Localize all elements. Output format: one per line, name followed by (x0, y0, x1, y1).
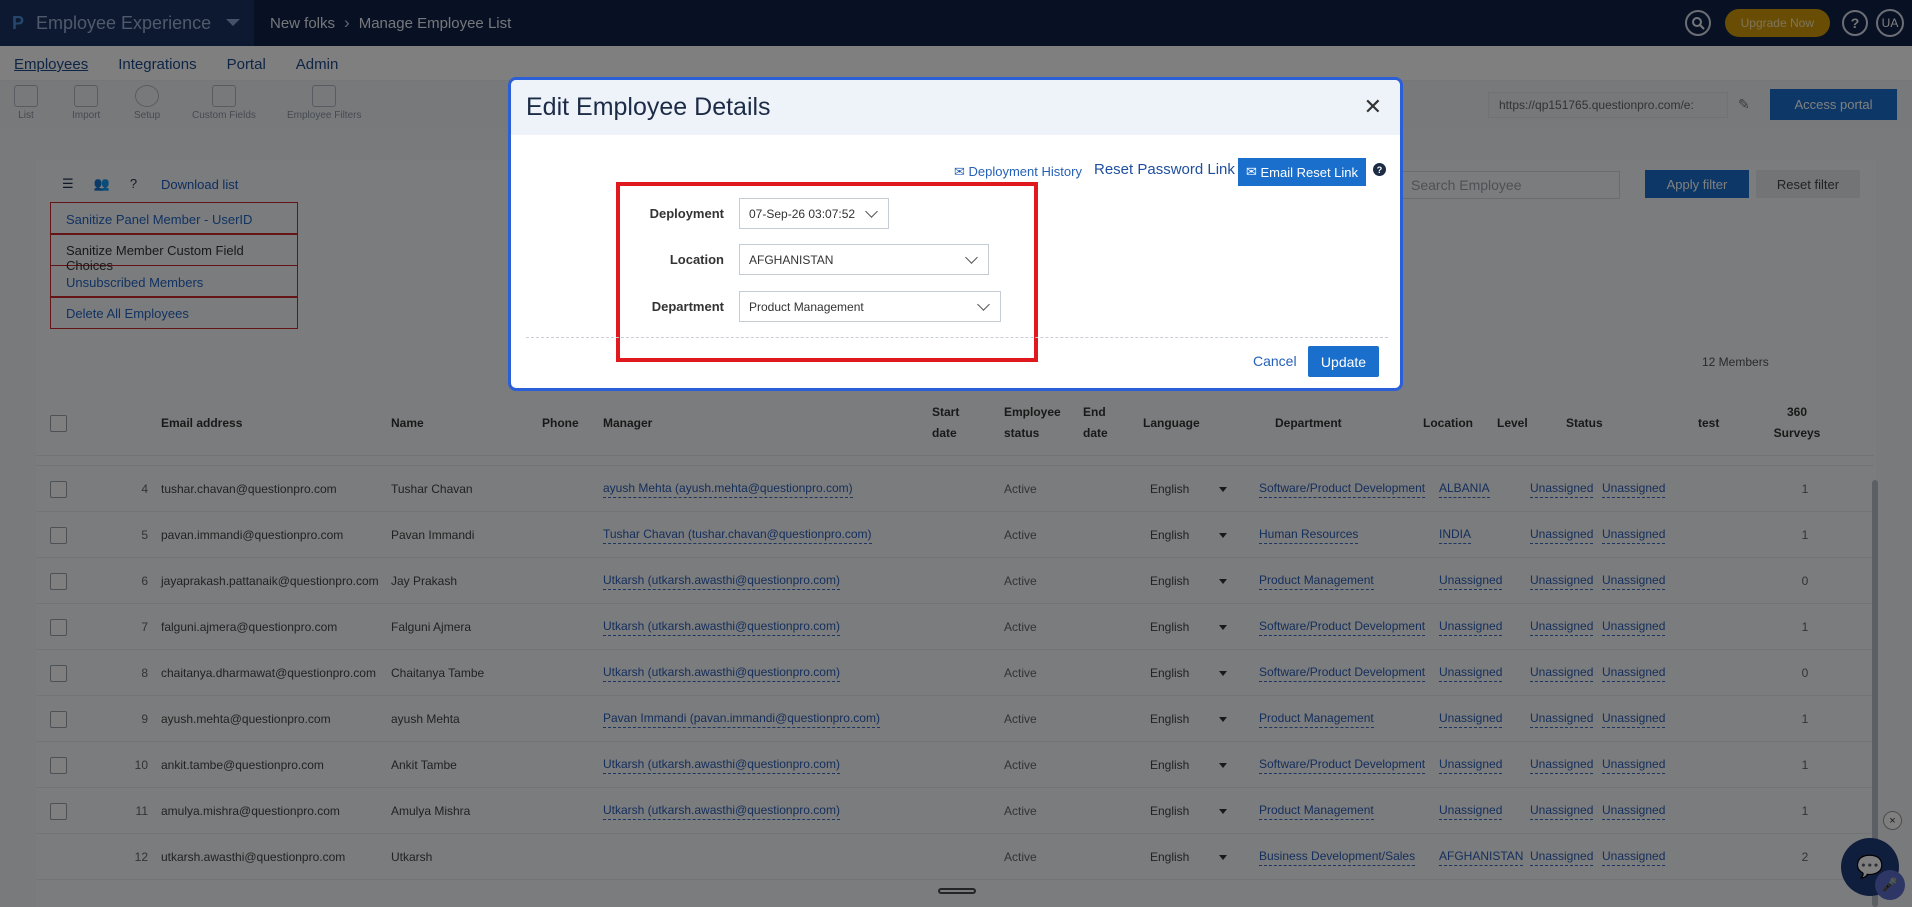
modal-header: Edit Employee Details (511, 80, 1400, 135)
modal-divider (526, 337, 1388, 338)
modal-title: Edit Employee Details (526, 93, 771, 121)
department-select[interactable]: Product Management (739, 291, 1001, 322)
chevron-down-icon (965, 251, 978, 264)
deployment-value: 07-Sep-26 03:07:52 (749, 206, 856, 221)
location-label: Location (669, 252, 724, 267)
deployment-select[interactable]: 07-Sep-26 03:07:52 (739, 198, 889, 229)
department-label: Department (651, 299, 724, 314)
close-icon[interactable]: ✕ (1364, 94, 1382, 120)
deployment-history-label: Deployment History (968, 164, 1082, 179)
department-value: Product Management (749, 299, 864, 314)
deployment-history-link[interactable]: ✉ Deployment History (954, 164, 1082, 180)
edit-employee-modal: Edit Employee Details ✕ ✉ Deployment His… (508, 77, 1403, 391)
cancel-button[interactable]: Cancel (1253, 353, 1297, 369)
email-reset-label: Email Reset Link (1260, 164, 1359, 180)
update-button[interactable]: Update (1308, 346, 1379, 377)
help-icon[interactable]: ? (1373, 163, 1386, 176)
chevron-down-icon (865, 205, 878, 218)
location-value: AFGHANISTAN (749, 252, 834, 267)
chevron-down-icon (977, 298, 990, 311)
email-reset-link-button[interactable]: ✉ Email Reset Link (1238, 158, 1366, 186)
deployment-label: Deployment (649, 206, 724, 221)
reset-password-link[interactable]: Reset Password Link (1094, 161, 1235, 178)
location-select[interactable]: AFGHANISTAN (739, 244, 989, 275)
